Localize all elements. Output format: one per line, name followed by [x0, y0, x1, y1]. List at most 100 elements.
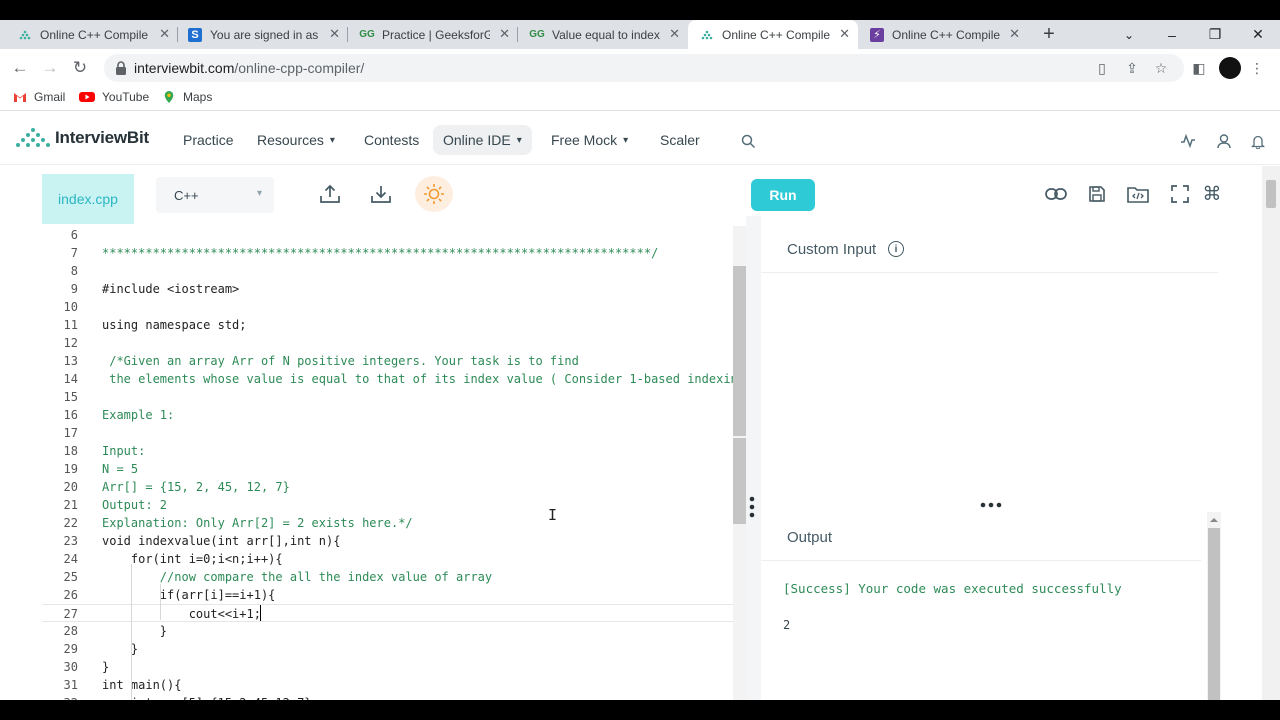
- close-icon[interactable]: ✕: [839, 26, 850, 42]
- custom-input-panel[interactable]: Custom Input i: [761, 226, 1222, 498]
- tab-search-chevron-icon[interactable]: ⌄: [1114, 20, 1144, 49]
- nav-free-mock[interactable]: Free Mock ▾: [551, 115, 628, 165]
- fullscreen-icon[interactable]: [1168, 182, 1192, 206]
- file-tab-index-cpp[interactable]: index.cpp: [42, 174, 134, 224]
- share-icon[interactable]: ⇪: [1123, 59, 1141, 77]
- editor-scrollbar-thumb-lower[interactable]: [733, 438, 746, 524]
- code-line[interactable]: 8: [42, 262, 746, 280]
- code-editor[interactable]: 6 7 **************************************…: [42, 226, 746, 700]
- url-field[interactable]: interviewbit.com/online-cpp-compiler/: [104, 54, 1184, 82]
- bookmark-gmail[interactable]: Gmail: [13, 90, 65, 104]
- browser-tab-3[interactable]: GG Practice | GeeksforGee ✕: [348, 20, 518, 49]
- code-line[interactable]: 16 Example 1:: [42, 406, 746, 424]
- close-icon[interactable]: ✕: [669, 26, 680, 42]
- editor-scrollbar-thumb[interactable]: [733, 266, 746, 436]
- bookmark-youtube[interactable]: YouTube: [79, 90, 149, 104]
- profile-avatar[interactable]: [1219, 57, 1241, 79]
- scroll-up-arrow-icon[interactable]: [1209, 516, 1219, 524]
- code-line[interactable]: 11 using namespace std;: [42, 316, 746, 334]
- browser-tab-2[interactable]: S You are signed in as c ✕: [178, 20, 348, 49]
- code-line[interactable]: 18 Input:: [42, 442, 746, 460]
- vertical-resize-handle-icon[interactable]: [749, 496, 755, 518]
- horizontal-resize-handle-icon[interactable]: [980, 502, 1002, 508]
- code-line[interactable]: 30}: [42, 658, 746, 676]
- code-folder-icon[interactable]: [1126, 182, 1150, 206]
- browser-tab-1[interactable]: Online C++ Compiler ✕: [0, 20, 178, 49]
- info-icon[interactable]: i: [888, 241, 904, 257]
- upload-icon[interactable]: [318, 182, 342, 206]
- code-line[interactable]: 29 }: [42, 640, 746, 658]
- nav-contests[interactable]: Contests: [364, 115, 419, 165]
- reload-icon[interactable]: ↻: [69, 57, 91, 79]
- activity-icon[interactable]: [1178, 131, 1198, 151]
- nav-label: Online IDE: [443, 132, 511, 148]
- restore-icon[interactable]: ❐: [1200, 20, 1230, 49]
- save-page-icon[interactable]: ▯: [1093, 59, 1111, 77]
- panel-divider: [761, 272, 1218, 273]
- bell-icon[interactable]: [1248, 131, 1268, 151]
- code-line[interactable]: 27 cout<<i+1;: [42, 604, 746, 622]
- user-icon[interactable]: [1214, 131, 1234, 151]
- search-icon[interactable]: [738, 131, 758, 151]
- output-status-text: [Success] Your code was executed success…: [783, 581, 1122, 596]
- download-icon[interactable]: [369, 182, 393, 206]
- code-line[interactable]: 25 //now compare the all the index value…: [42, 568, 746, 586]
- side-panel-icon[interactable]: ◧: [1190, 59, 1208, 77]
- back-arrow-icon[interactable]: ←: [9, 57, 31, 79]
- close-icon[interactable]: ✕: [159, 26, 170, 42]
- url-text: interviewbit.com/online-cpp-compiler/: [134, 60, 364, 76]
- code-line[interactable]: 14 the elements whose value is equal to …: [42, 370, 746, 388]
- nav-scaler[interactable]: Scaler: [660, 115, 700, 165]
- code-text: the elements whose value is equal to tha…: [102, 372, 745, 386]
- code-line[interactable]: 7 ***************************************…: [42, 244, 746, 262]
- window-close-icon[interactable]: ✕: [1243, 20, 1273, 49]
- theme-toggle-button[interactable]: [415, 176, 453, 212]
- browser-tab-bar: Online C++ Compiler ✕ S You are signed i…: [0, 20, 1280, 49]
- forward-arrow-icon[interactable]: →: [39, 57, 61, 79]
- save-icon[interactable]: [1085, 182, 1109, 206]
- code-line[interactable]: 10: [42, 298, 746, 316]
- new-tab-button[interactable]: +: [1038, 20, 1060, 49]
- output-result-text: 2: [783, 618, 791, 632]
- link-icon[interactable]: [1044, 182, 1068, 206]
- output-scrollbar-thumb[interactable]: [1208, 528, 1220, 700]
- page-scrollbar-thumb[interactable]: [1266, 180, 1276, 208]
- code-line[interactable]: 15: [42, 388, 746, 406]
- split-gutter[interactable]: [746, 216, 761, 700]
- code-line[interactable]: 26 if(arr[i]==i+1){: [42, 586, 746, 604]
- code-line[interactable]: 17: [42, 424, 746, 442]
- close-icon[interactable]: ✕: [329, 26, 340, 42]
- code-line[interactable]: 13 /*Given an array Arr of N positive in…: [42, 352, 746, 370]
- bookmark-maps[interactable]: Maps: [162, 90, 212, 104]
- language-select[interactable]: C++ ▾: [156, 177, 274, 213]
- close-icon[interactable]: ✕: [1009, 26, 1020, 42]
- code-line[interactable]: 23 void indexvalue(int arr[],int n){: [42, 532, 746, 550]
- code-line[interactable]: 12: [42, 334, 746, 352]
- tab-title: You are signed in as c: [210, 27, 318, 42]
- command-key-icon[interactable]: ⌘: [1200, 182, 1224, 206]
- browser-tab-4[interactable]: GG Value equal to index v ✕: [518, 20, 688, 49]
- nav-online-ide[interactable]: Online IDE ▾: [433, 125, 532, 155]
- minimize-icon[interactable]: –: [1157, 20, 1187, 49]
- close-icon[interactable]: ✕: [499, 26, 510, 42]
- nav-resources[interactable]: Resources ▾: [257, 115, 335, 165]
- code-line[interactable]: 31 int main(){: [42, 676, 746, 694]
- interviewbit-logo[interactable]: InterviewBit: [15, 127, 149, 149]
- code-line[interactable]: 9 #include <iostream>: [42, 280, 746, 298]
- code-line[interactable]: 21 Output: 2: [42, 496, 746, 514]
- star-bookmark-icon[interactable]: ☆: [1152, 59, 1170, 77]
- browser-tab-6[interactable]: ⚡ Online C++ Compiler ✕: [858, 20, 1028, 49]
- nav-practice[interactable]: Practice: [183, 115, 234, 165]
- code-line[interactable]: 19 N = 5: [42, 460, 746, 478]
- code-line[interactable]: 6: [42, 226, 746, 244]
- kebab-menu-icon[interactable]: ⋮: [1248, 59, 1266, 77]
- page-scrollbar-track[interactable]: [1262, 166, 1280, 700]
- code-line[interactable]: 22 Explanation: Only Arr[2] = 2 exists he…: [42, 514, 746, 532]
- code-line[interactable]: 24 for(int i=0;i<n;i++){: [42, 550, 746, 568]
- line-number: 10: [63, 300, 78, 314]
- run-button[interactable]: Run: [751, 179, 815, 211]
- browser-tab-5-active[interactable]: Online C++ Compiler ✕: [688, 20, 858, 49]
- site-header: InterviewBit Practice Resources ▾ Contest…: [0, 115, 1280, 165]
- code-line[interactable]: 20 Arr[] = {15, 2, 45, 12, 7}: [42, 478, 746, 496]
- code-line[interactable]: 28 }: [42, 622, 746, 640]
